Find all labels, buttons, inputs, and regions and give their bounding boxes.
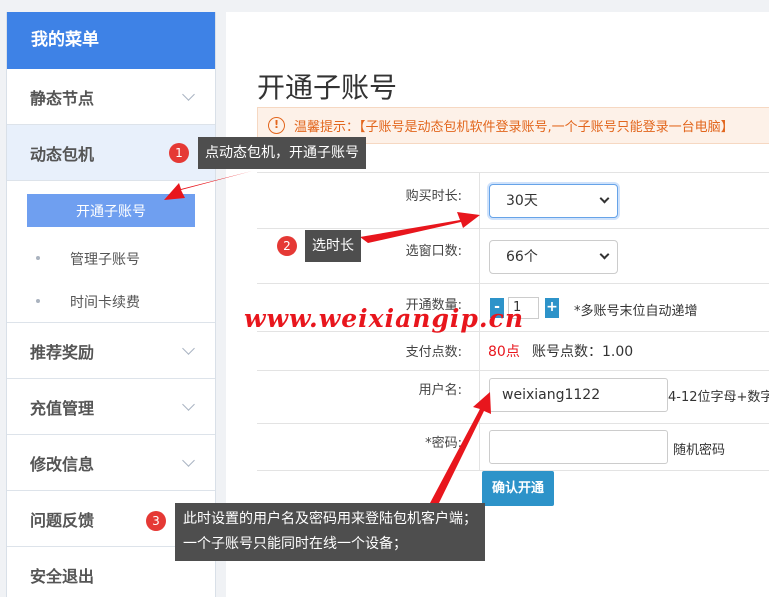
arrow-2	[360, 212, 480, 243]
step3-callout: 此时设置的用户名及密码用来登陆包机客户端； 一个子账号只能同时在线一个设备；	[175, 503, 485, 561]
step3-line1: 此时设置的用户名及密码用来登陆包机客户端；	[183, 511, 477, 527]
arrow-3	[430, 392, 491, 505]
step2-callout: 选时长	[305, 230, 361, 262]
step1-callout: 点动态包机，开通子账号	[198, 137, 366, 169]
watermark: www.weixiangip.cn	[244, 304, 525, 333]
step3-line2: 一个子账号只能同时在线一个设备；	[183, 536, 407, 552]
arrow-1	[164, 171, 252, 200]
step2-badge: 2	[277, 236, 297, 256]
step3-badge: 3	[146, 511, 166, 531]
step1-badge: 1	[169, 143, 189, 163]
